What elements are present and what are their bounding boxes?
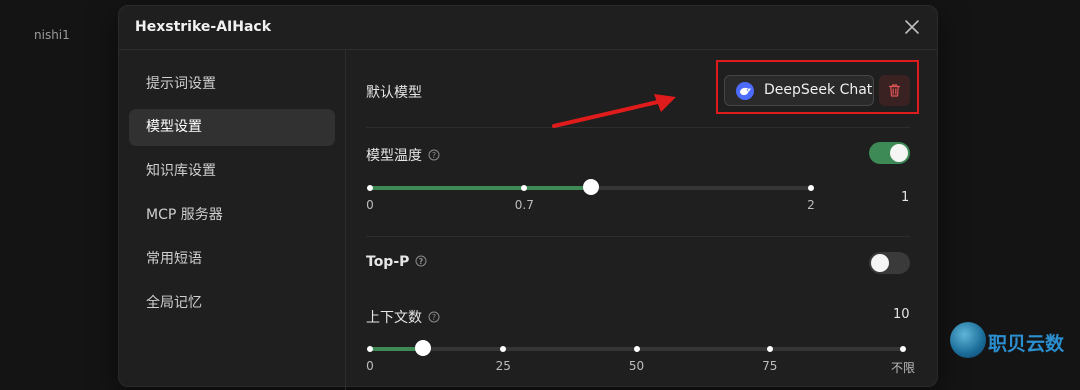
- temperature-label: 模型温度?: [366, 145, 440, 165]
- temperature-tick-label: 0.7: [514, 198, 534, 212]
- temperature-tick-dot: [367, 185, 373, 191]
- sidebar-item-mcp[interactable]: MCP 服务器: [129, 197, 335, 234]
- temperature-tick-label: 2: [807, 198, 815, 212]
- help-icon[interactable]: ?: [428, 311, 440, 323]
- temperature-value: 1: [901, 190, 910, 205]
- temperature-label-text: 模型温度: [366, 148, 422, 164]
- toggle-knob: [871, 254, 889, 272]
- top-p-toggle[interactable]: [869, 252, 910, 274]
- context-count-slider-thumb[interactable]: [415, 340, 432, 356]
- temperature-tick-dot: [808, 185, 814, 191]
- temperature-slider-fill: [370, 186, 591, 190]
- close-button[interactable]: [901, 16, 923, 38]
- context-count-tick-label: 0: [366, 359, 374, 373]
- close-icon: [905, 20, 919, 34]
- watermark-text: 职贝云数: [988, 333, 1065, 355]
- sidebar-item-phrases[interactable]: 常用短语: [129, 241, 335, 278]
- top-p-label-text: Top-P: [366, 254, 410, 270]
- settings-dialog: Hexstrike-AIHack 提示词设置 模型设置 知识库设置 MCP 服务…: [118, 5, 938, 390]
- background-user-label: nishi1: [34, 28, 70, 42]
- context-count-tick-dot: [367, 346, 373, 352]
- top-p-label: Top-P?: [366, 254, 427, 270]
- temperature-toggle[interactable]: [869, 142, 910, 164]
- context-count-tick-label: 50: [628, 359, 645, 373]
- temperature-slider-thumb[interactable]: [582, 179, 599, 195]
- sidebar-item-prompt[interactable]: 提示词设置: [129, 66, 335, 103]
- context-count-label-text: 上下文数: [366, 310, 422, 326]
- context-count-slider[interactable]: 0 25 50 75 不限: [366, 340, 915, 375]
- svg-text:?: ?: [432, 151, 436, 160]
- temperature-tick-label: 0: [366, 198, 374, 212]
- help-icon[interactable]: ?: [415, 255, 427, 267]
- sidebar-item-memory[interactable]: 全局记忆: [129, 285, 335, 322]
- temperature-tick-dot: [521, 185, 528, 191]
- svg-text:?: ?: [419, 257, 424, 266]
- sidebar-item-model[interactable]: 模型设置: [129, 109, 335, 146]
- annotation-highlight-box: [716, 60, 919, 114]
- context-count-tick-dot: [900, 346, 906, 352]
- help-icon[interactable]: ?: [428, 149, 440, 161]
- divider: [366, 236, 910, 237]
- settings-sidebar: 提示词设置 模型设置 知识库设置 MCP 服务器 常用短语 全局记忆: [119, 50, 346, 390]
- context-count-tick-label: 75: [762, 359, 778, 373]
- context-count-tick-label: 25: [495, 359, 511, 373]
- context-count-label: 上下文数?: [366, 307, 440, 327]
- watermark: 职贝云数: [950, 322, 1080, 362]
- context-count-tick-label: 不限: [890, 361, 916, 375]
- toggle-knob: [890, 144, 908, 162]
- annotation-arrow: [552, 94, 676, 128]
- context-count-tick-dot: [766, 346, 773, 352]
- context-count-tick-dot: [500, 346, 507, 352]
- temperature-slider[interactable]: 0 0.7 2: [366, 179, 815, 212]
- sidebar-item-knowledge[interactable]: 知识库设置: [129, 153, 335, 190]
- watermark-logo: [950, 322, 986, 358]
- context-count-tick-dot: [633, 346, 640, 352]
- context-count-value: 10: [893, 307, 910, 322]
- dialog-header: Hexstrike-AIHack: [119, 6, 937, 50]
- dialog-title: Hexstrike-AIHack: [135, 19, 272, 35]
- default-model-label: 默认模型: [366, 85, 422, 101]
- svg-text:?: ?: [432, 313, 436, 322]
